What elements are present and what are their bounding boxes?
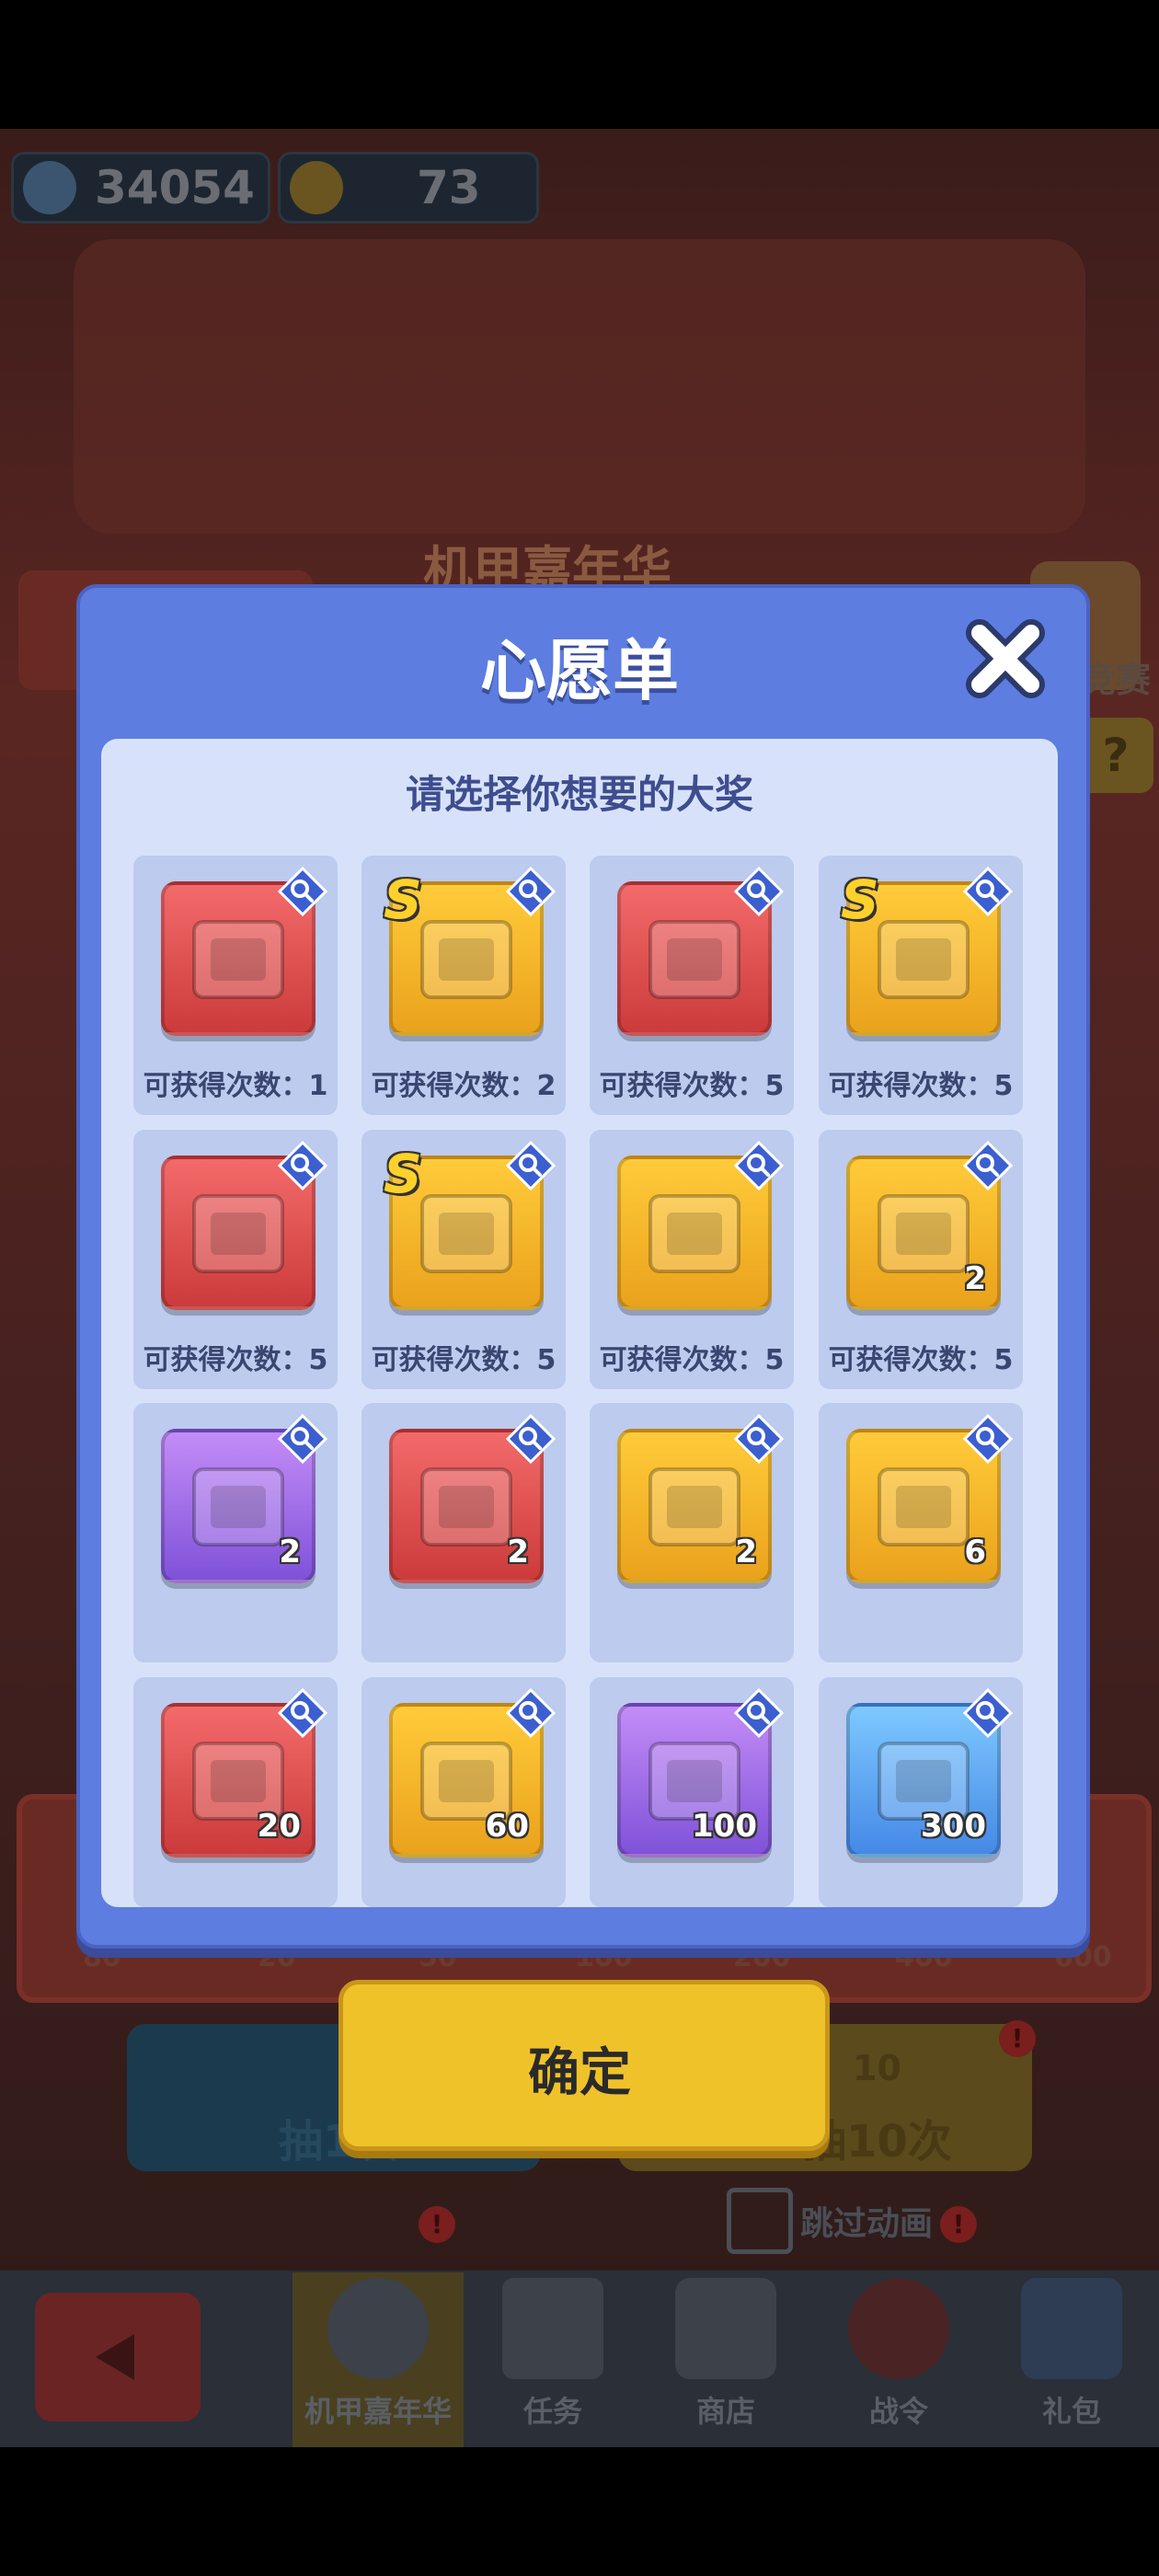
obtainable-count-label: 可获得次数：5 bbox=[371, 1344, 557, 1376]
battle-pass-icon bbox=[848, 2278, 949, 2379]
skip-animation-label: 跳过动画 bbox=[800, 2205, 934, 2243]
energy-currency: 34054 bbox=[11, 152, 270, 224]
tab-tasks[interactable]: 任务 bbox=[467, 2272, 638, 2447]
s-rank-badge: S bbox=[384, 1143, 422, 1205]
zoom-icon[interactable] bbox=[733, 866, 785, 917]
close-button[interactable] bbox=[961, 615, 1050, 703]
zoom-icon[interactable] bbox=[277, 866, 328, 917]
obtainable-count-label: 可获得次数：1 bbox=[143, 1070, 328, 1102]
gear-currency: 73 bbox=[278, 152, 539, 224]
contest-label[interactable]: 竞赛 bbox=[1081, 651, 1151, 702]
obtainable-count-label: 可获得次数：2 bbox=[371, 1070, 557, 1102]
tab-shop[interactable]: 商店 bbox=[640, 2272, 811, 2447]
arena-backdrop bbox=[74, 239, 1085, 534]
draw-ten-cost: 10 bbox=[853, 2048, 901, 2088]
obtainable-count-label: 可获得次数：5 bbox=[599, 1070, 785, 1102]
confirm-label: 确定 bbox=[528, 2043, 631, 2103]
prize-quantity: 100 bbox=[692, 1808, 757, 1845]
prize-quantity: 20 bbox=[257, 1808, 301, 1845]
tab-label: 战令 bbox=[868, 2394, 928, 2429]
prize-quantity: 6 bbox=[964, 1534, 986, 1570]
prize-quantity: 2 bbox=[735, 1534, 757, 1570]
skip-animation-checkbox[interactable] bbox=[727, 2188, 793, 2254]
dialog-subtitle: 请选择你想要的大奖 bbox=[405, 772, 753, 817]
draw-ten-alert-badge: ! bbox=[999, 2020, 1036, 2057]
prize-quantity: 60 bbox=[485, 1808, 529, 1845]
energy-cell-icon bbox=[23, 161, 76, 214]
tab-label: 任务 bbox=[522, 2394, 582, 2429]
tab-mecha-carnival[interactable]: 机甲嘉年华 bbox=[293, 2272, 464, 2447]
back-arrow-icon bbox=[96, 2334, 134, 2380]
obtainable-count-label: 可获得次数：5 bbox=[828, 1344, 1014, 1376]
zoom-icon[interactable] bbox=[277, 1140, 328, 1191]
tab-gift-pack[interactable]: 礼包 bbox=[986, 2272, 1157, 2447]
gear-coin-icon bbox=[290, 161, 343, 214]
zoom-icon[interactable] bbox=[505, 866, 557, 917]
gear-amount: 73 bbox=[417, 161, 481, 214]
prize-quantity: 2 bbox=[279, 1534, 301, 1570]
gift-box-icon bbox=[1021, 2278, 1122, 2379]
zoom-icon[interactable] bbox=[505, 1413, 557, 1465]
zoom-icon[interactable] bbox=[962, 1140, 1014, 1191]
zoom-icon[interactable] bbox=[962, 1687, 1014, 1739]
zoom-icon[interactable] bbox=[733, 1140, 785, 1191]
zoom-icon[interactable] bbox=[962, 866, 1014, 917]
zoom-icon[interactable] bbox=[733, 1413, 785, 1465]
tab-battle-pass[interactable]: 战令 bbox=[813, 2272, 984, 2447]
back-button[interactable] bbox=[35, 2293, 201, 2421]
obtainable-count-label: 可获得次数：5 bbox=[143, 1344, 328, 1376]
obtainable-count-label: 可获得次数：5 bbox=[828, 1070, 1014, 1102]
zoom-icon[interactable] bbox=[733, 1687, 785, 1739]
zoom-icon[interactable] bbox=[277, 1413, 328, 1465]
energy-amount: 34054 bbox=[95, 161, 255, 214]
obtainable-count-label: 可获得次数：5 bbox=[599, 1344, 785, 1376]
mecha-carnival-icon bbox=[327, 2278, 429, 2379]
zoom-icon[interactable] bbox=[277, 1687, 328, 1739]
prize-quantity: 2 bbox=[964, 1260, 986, 1297]
tab-label: 机甲嘉年华 bbox=[304, 2394, 452, 2429]
tab-label: 商店 bbox=[695, 2394, 755, 2429]
tab-alert-badge: ! bbox=[940, 2206, 977, 2243]
zoom-icon[interactable] bbox=[505, 1140, 557, 1191]
prize-quantity: 2 bbox=[507, 1534, 529, 1570]
dialog-title: 心愿单 bbox=[479, 632, 679, 709]
zoom-icon[interactable] bbox=[505, 1687, 557, 1739]
s-rank-badge: S bbox=[384, 868, 422, 931]
zoom-icon[interactable] bbox=[962, 1413, 1014, 1465]
task-clipboard-icon bbox=[502, 2278, 603, 2379]
close-icon bbox=[966, 619, 1045, 698]
tab-label: 礼包 bbox=[1041, 2394, 1101, 2429]
shop-basket-icon bbox=[675, 2278, 776, 2379]
s-rank-badge: S bbox=[841, 868, 879, 931]
prize-quantity: 300 bbox=[921, 1808, 986, 1845]
tab-alert-badge: ! bbox=[419, 2206, 455, 2243]
